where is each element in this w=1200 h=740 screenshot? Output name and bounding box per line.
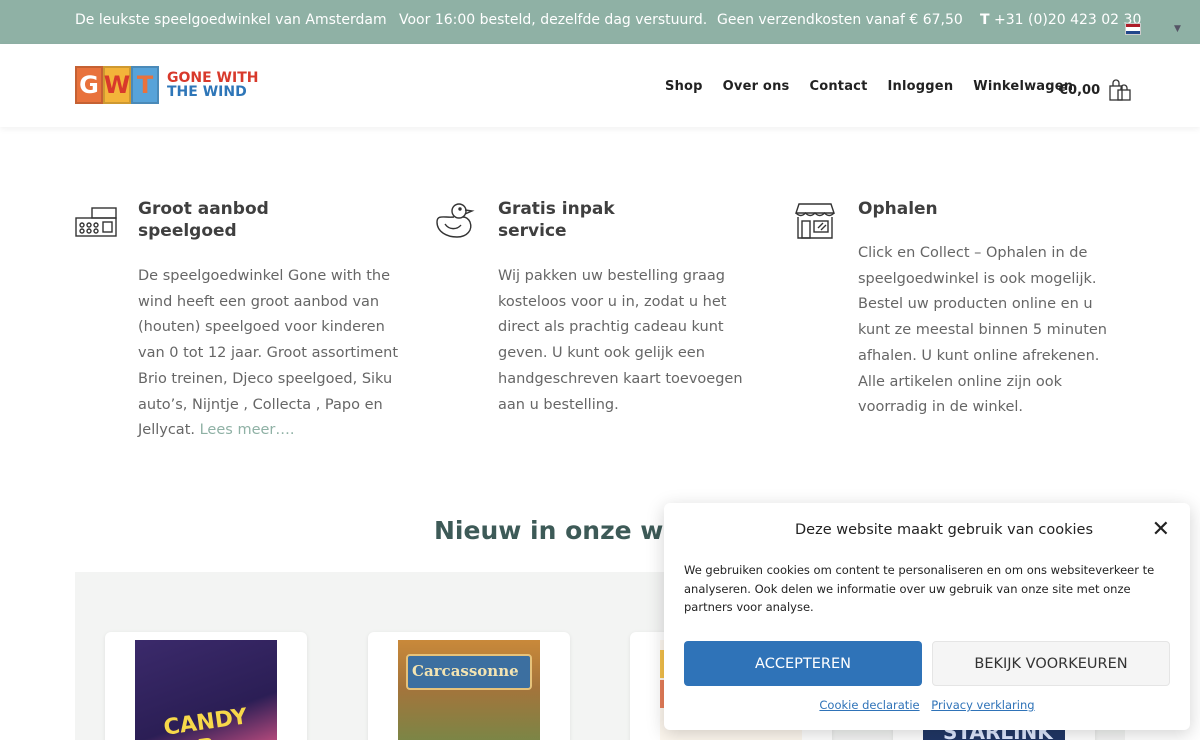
cookie-dialog-title: Deze website maakt gebruik van cookies: [795, 522, 1093, 538]
storefront-icon: [795, 203, 835, 239]
site-header: G W T GONE WITH THE WIND Shop Over ons C…: [0, 44, 1200, 127]
cookie-consent-dialog: Deze website maakt gebruik van cookies ✕…: [664, 503, 1190, 730]
site-logo[interactable]: G W T GONE WITH THE WIND: [75, 66, 258, 104]
building-blocks-icon: [75, 207, 117, 237]
top-info-bar: De leukste speelgoedwinkel van Amsterdam…: [0, 0, 1200, 44]
logo-block-t: T: [131, 66, 159, 104]
logo-text: GONE WITH THE WIND: [167, 70, 259, 100]
feature-text: De speelgoedwinkel Gone with the wind he…: [138, 268, 399, 439]
close-icon[interactable]: ✕: [1152, 517, 1170, 542]
feature-text: Click en Collect – Ophalen in de speelgo…: [858, 245, 1107, 416]
privacy-statement-link[interactable]: Privacy verklaring: [931, 698, 1034, 712]
main-nav: Shop Over ons Contact Inloggen Winkelwag…: [665, 79, 1093, 94]
product-image: CANDY LAB: [135, 640, 277, 740]
product-card[interactable]: Carcassonne: [368, 632, 570, 740]
read-more-link[interactable]: Lees meer….: [200, 422, 295, 438]
topbar-phone[interactable]: T +31 (0)20 423 02 30: [980, 12, 1141, 28]
logo-block-w: W: [103, 66, 131, 104]
logo-block-g: G: [75, 66, 103, 104]
cookie-links: Cookie declaratie Privacy verklaring: [664, 698, 1190, 712]
nav-over-ons[interactable]: Over ons: [723, 79, 790, 94]
cookie-declaration-link[interactable]: Cookie declaratie: [819, 698, 919, 712]
shopping-bag-icon: [1109, 79, 1131, 101]
topbar-message-store: De leukste speelgoedwinkel van Amsterdam: [75, 12, 387, 28]
rubber-duck-icon: [436, 203, 475, 238]
nav-inloggen[interactable]: Inloggen: [888, 79, 954, 94]
cookie-dialog-text: We gebruiken cookies om content te perso…: [684, 563, 1155, 614]
product-card[interactable]: CANDY LAB: [105, 632, 307, 740]
feature-text: Wij pakken uw bestelling graag kosteloos…: [498, 268, 743, 413]
product-image: Carcassonne: [398, 640, 540, 740]
chevron-down-icon[interactable]: ▼: [1174, 24, 1181, 34]
feature-title: Ophalen: [858, 199, 938, 219]
feature-title: Gratis inpak service: [498, 199, 615, 241]
view-preferences-button[interactable]: BEKIJK VOORKEUREN: [932, 641, 1170, 686]
cart-summary[interactable]: €0,00: [1059, 78, 1132, 102]
feature-title: Groot aanbod speelgoed: [138, 199, 269, 241]
accept-cookies-button[interactable]: ACCEPTEREN: [684, 641, 922, 686]
nav-shop[interactable]: Shop: [665, 79, 703, 94]
nav-contact[interactable]: Contact: [809, 79, 867, 94]
topbar-message-shipping: Voor 16:00 besteld, dezelfde dag verstuu…: [399, 12, 708, 28]
language-flag-nl-icon[interactable]: [1125, 23, 1141, 35]
topbar-message-free-shipping: Geen verzendkosten vanaf € 67,50: [717, 12, 963, 28]
cart-amount: €0,00: [1059, 82, 1101, 98]
